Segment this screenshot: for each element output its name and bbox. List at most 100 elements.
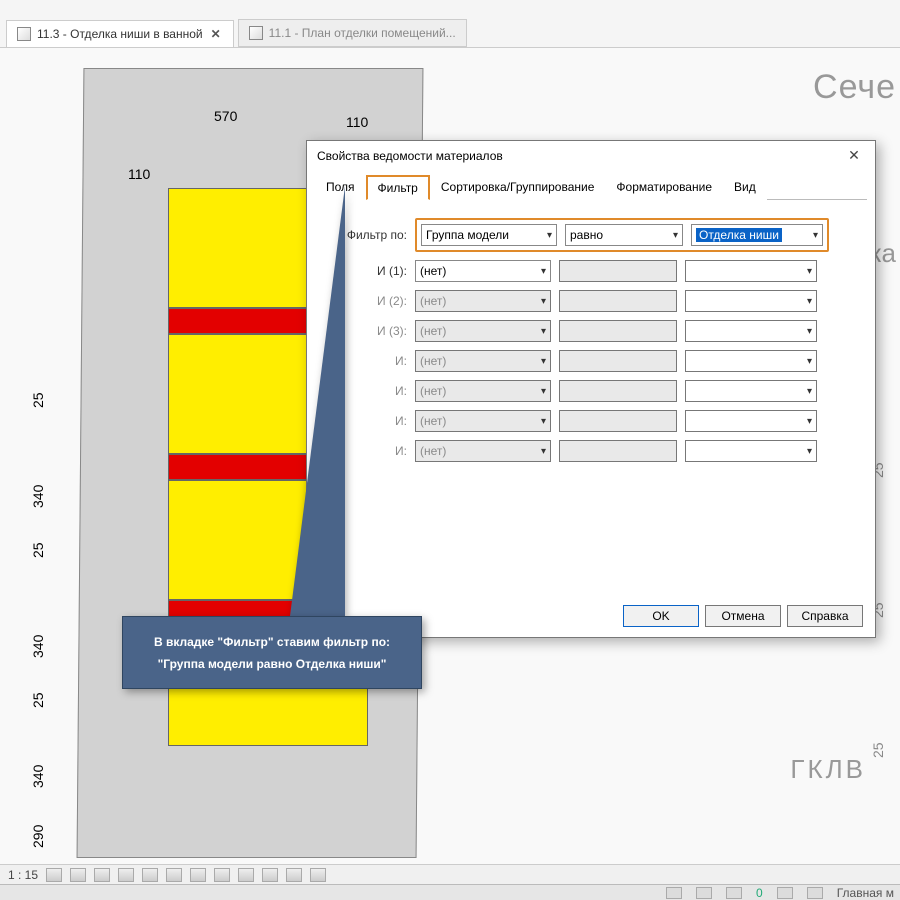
combo-value: (нет): [420, 324, 446, 338]
chevron-down-icon: ▾: [807, 386, 812, 397]
combo-value-blank: ▾: [685, 320, 817, 342]
close-icon[interactable]: ✕: [843, 147, 865, 164]
viewbar-icon[interactable]: [118, 868, 134, 882]
chevron-down-icon: ▾: [673, 230, 678, 241]
viewbar-icon[interactable]: [190, 868, 206, 882]
chevron-down-icon: ▾: [541, 446, 546, 457]
viewbar-icon[interactable]: [46, 868, 62, 882]
filter-row: И: (нет)▾ ▾: [325, 410, 857, 432]
combo-value: (нет): [420, 354, 446, 368]
combo-parameter[interactable]: (нет) ▾: [415, 260, 551, 282]
scale-readout[interactable]: 1 : 15: [8, 868, 38, 882]
callout-arrow: [290, 186, 345, 616]
combo-value: (нет): [420, 444, 446, 458]
filter-row-0: Фильтр по: Группа модели ▾ равно ▾ Отдел…: [325, 218, 857, 252]
combo-parameter-disabled: (нет)▾: [415, 290, 551, 312]
gklv-label: ГКЛВ: [790, 754, 866, 785]
chevron-down-icon: ▾: [541, 356, 546, 367]
viewbar-icon[interactable]: [70, 868, 86, 882]
combo-value: (нет): [420, 264, 446, 278]
chevron-down-icon: ▾: [807, 446, 812, 457]
status-zero: 0: [756, 886, 763, 900]
doc-tab-label: 11.3 - Отделка ниши в ванной: [37, 27, 203, 41]
combo-value-blank: ▾: [685, 410, 817, 432]
filter-highlight: Группа модели ▾ равно ▾ Отделка ниши ▾: [415, 218, 829, 252]
doc-tab-active[interactable]: 11.3 - Отделка ниши в ванной ✕: [6, 20, 234, 47]
viewbar-icon[interactable]: [142, 868, 158, 882]
combo-value: Группа модели: [426, 228, 509, 242]
filter-row: И (1): (нет)▾ ▾: [325, 260, 857, 282]
combo-value: (нет): [420, 384, 446, 398]
status-icon[interactable]: [777, 887, 793, 899]
tab-sort[interactable]: Сортировка/Группирование: [430, 175, 606, 200]
callout-text: В вкладке "Фильтр" ставим фильтр по: "Гр…: [154, 635, 390, 671]
viewbar-icon[interactable]: [310, 868, 326, 882]
viewbar-icon[interactable]: [166, 868, 182, 882]
ok-button[interactable]: OK: [623, 605, 699, 627]
chevron-down-icon: ▾: [807, 296, 812, 307]
document-tab-strip: 11.3 - Отделка ниши в ванной ✕ 11.1 - Пл…: [0, 0, 900, 48]
dialog-footer: OK Отмена Справка: [623, 605, 863, 627]
tab-filter[interactable]: Фильтр: [366, 175, 430, 200]
chevron-down-icon: ▾: [807, 356, 812, 367]
viewbar-icon[interactable]: [238, 868, 254, 882]
dim-top-110a: 110: [346, 114, 368, 130]
chevron-down-icon: ▾: [807, 326, 812, 337]
combo-value: равно: [570, 228, 603, 242]
status-icon[interactable]: [666, 887, 682, 899]
viewbar-icon[interactable]: [94, 868, 110, 882]
tab-view[interactable]: Вид: [723, 175, 767, 200]
combo-value-blank: ▾: [685, 380, 817, 402]
dialog-titlebar[interactable]: Свойства ведомости материалов ✕: [307, 141, 875, 170]
combo-value: (нет): [420, 414, 446, 428]
doc-tab-label: 11.1 - План отделки помещений...: [269, 26, 456, 40]
combo-operator-disabled: [559, 380, 677, 402]
chevron-down-icon: ▾: [807, 416, 812, 427]
combo-value[interactable]: Отделка ниши ▾: [691, 224, 823, 246]
chevron-down-icon: ▾: [541, 386, 546, 397]
status-icon[interactable]: [807, 887, 823, 899]
tab-format[interactable]: Форматирование: [605, 175, 723, 200]
combo-operator-disabled: [559, 410, 677, 432]
instruction-callout: В вкладке "Фильтр" ставим фильтр по: "Гр…: [122, 616, 422, 689]
combo-parameter-disabled: (нет)▾: [415, 320, 551, 342]
combo-operator-disabled: [559, 350, 677, 372]
cancel-button[interactable]: Отмена: [705, 605, 781, 627]
chevron-down-icon: ▾: [541, 266, 546, 277]
sheet-icon: [249, 26, 263, 40]
combo-value-blank: ▾: [685, 290, 817, 312]
filter-row: И: (нет)▾ ▾: [325, 350, 857, 372]
chevron-down-icon: ▾: [813, 230, 818, 241]
doc-tab-inactive[interactable]: 11.1 - План отделки помещений...: [238, 19, 467, 47]
dialog-title: Свойства ведомости материалов: [317, 149, 503, 163]
close-icon[interactable]: ✕: [209, 27, 223, 41]
view-control-bar: 1 : 15: [0, 864, 900, 884]
viewbar-icon[interactable]: [286, 868, 302, 882]
combo-parameter-disabled: (нет) ▾: [415, 350, 551, 372]
dialog-tabs: Поля Фильтр Сортировка/Группирование Фор…: [315, 174, 867, 200]
combo-operator-disabled: [559, 260, 677, 282]
combo-value-blank[interactable]: ▾: [685, 260, 817, 282]
combo-parameter[interactable]: Группа модели ▾: [421, 224, 557, 246]
viewbar-icon[interactable]: [262, 868, 278, 882]
dim-340: 340: [30, 765, 46, 788]
dim-340: 340: [30, 635, 46, 658]
combo-operator-disabled: [559, 320, 677, 342]
status-main-model[interactable]: Главная м: [837, 886, 894, 900]
dim-25: 25: [30, 692, 46, 708]
status-bar: 0 Главная м: [0, 884, 900, 900]
combo-operator[interactable]: равно ▾: [565, 224, 683, 246]
combo-value: (нет): [420, 294, 446, 308]
combo-value-blank: ▾: [685, 440, 817, 462]
dim-290: 290: [30, 825, 46, 848]
status-icon[interactable]: [696, 887, 712, 899]
chevron-down-icon: ▾: [541, 416, 546, 427]
filter-row: И (2): (нет)▾ ▾: [325, 290, 857, 312]
viewbar-icon[interactable]: [214, 868, 230, 882]
dim-top-570: 570: [214, 108, 237, 124]
schedule-properties-dialog: Свойства ведомости материалов ✕ Поля Фил…: [306, 140, 876, 638]
status-icon[interactable]: [726, 887, 742, 899]
section-hint: Сече: [813, 68, 896, 107]
help-button[interactable]: Справка: [787, 605, 863, 627]
chevron-down-icon: ▾: [807, 266, 812, 277]
